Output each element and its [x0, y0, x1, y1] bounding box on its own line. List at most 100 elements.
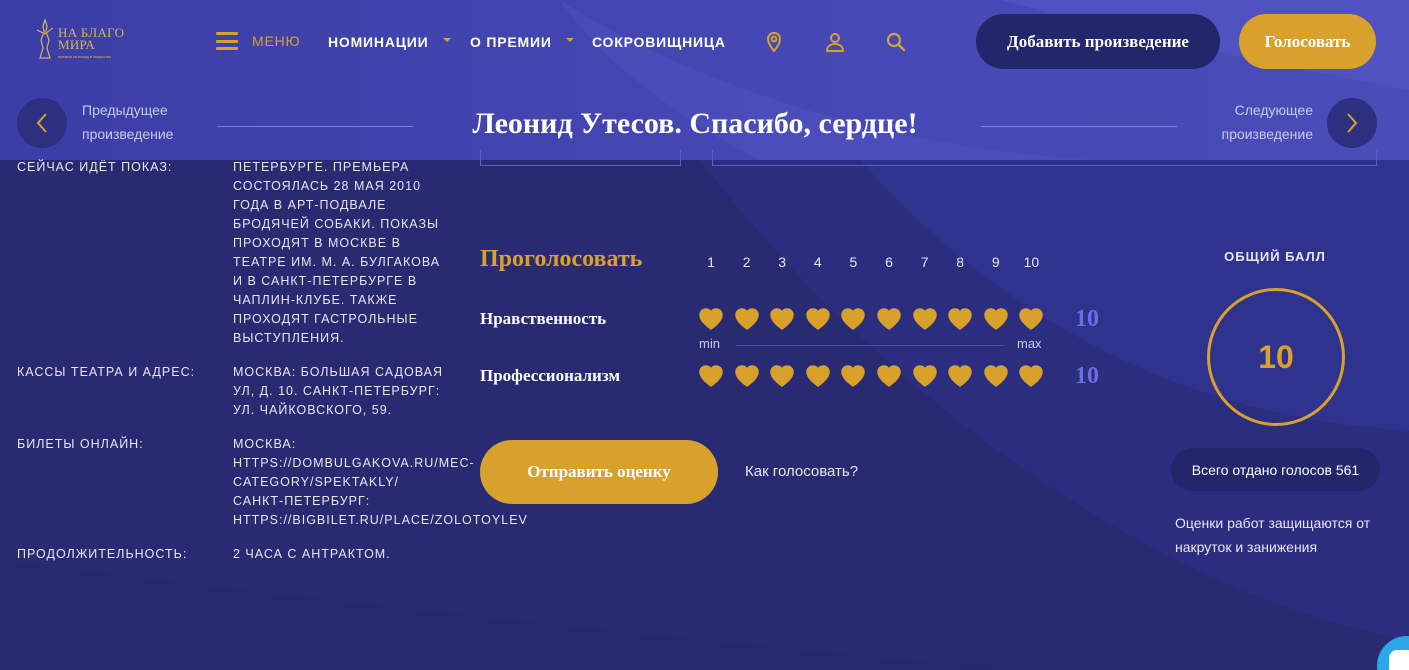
tickets-link-spb[interactable]: HTTPS://BIGBILET.RU/PLACE/ZOLOTOYLEV	[233, 511, 533, 530]
scale-number: 9	[991, 254, 1000, 270]
search-icon[interactable]	[885, 31, 907, 53]
heart-icon[interactable]	[983, 307, 1009, 331]
vote-heading: Проголосовать	[480, 246, 643, 272]
criterion-professionalism-label: Профессионализм	[480, 366, 621, 385]
menu-button[interactable]: МЕНЮ	[216, 32, 300, 50]
criterion-morality-value: 10	[1075, 306, 1099, 332]
info-line: ПРОХОДЯТ В МОСКВЕ В	[233, 236, 401, 250]
prev-line-2: произведение	[82, 126, 174, 142]
hamburger-icon	[216, 32, 238, 50]
info-line: ВЫСТУПЛЕНИЯ.	[233, 331, 345, 345]
total-score-label: ОБЩИЙ БАЛЛ	[1224, 249, 1326, 264]
heart-icon[interactable]	[840, 307, 866, 331]
info-line: МОСКВА: БОЛЬШАЯ САДОВАЯ	[233, 365, 443, 379]
heart-icon[interactable]	[734, 307, 760, 331]
how-to-vote-link[interactable]: Как голосовать?	[745, 463, 858, 480]
previous-work-button[interactable]	[17, 98, 67, 148]
info-line: ПРОХОДЯТ ГАСТРОЛЬНЫЕ	[233, 312, 418, 326]
scale-number: 1	[707, 254, 715, 270]
location-pin-icon[interactable]	[763, 31, 785, 53]
info-line: УЛ. ЧАЙКОВСКОГО, 59.	[233, 403, 393, 417]
info-label-duration: ПРОДОЛЖИТЕЛЬНОСТЬ:	[17, 547, 188, 561]
heart-icon[interactable]	[912, 307, 938, 331]
nav-label: СОКРОВИЩНИЦА	[592, 34, 726, 50]
title-divider-right	[981, 126, 1177, 127]
heart-icon[interactable]	[876, 307, 902, 331]
info-line: ПЕТЕРБУРГЕ. ПРЕМЬЕРА	[233, 160, 410, 174]
logo-text: НА БЛАГО МИРА	[58, 26, 124, 52]
nav-treasury[interactable]: СОКРОВИЩНИЦА	[592, 34, 726, 50]
heart-icon[interactable]	[983, 364, 1009, 388]
scale-number: 8	[956, 254, 965, 270]
info-value-duration: 2 ЧАСА С АНТРАКТОМ.	[233, 545, 483, 564]
site-logo[interactable]: НА БЛАГО МИРА премия за вклад в искусств…	[34, 18, 134, 62]
nav-about-prize[interactable]: О ПРЕМИИ	[470, 34, 574, 50]
heart-icon[interactable]	[1018, 307, 1044, 331]
min-label: min	[699, 336, 720, 351]
info-value-showing-now: ПЕТЕРБУРГЕ. ПРЕМЬЕРА СОСТОЯЛАСЬ 28 МАЯ 2…	[233, 158, 483, 348]
logo-line-2: МИРА	[58, 37, 96, 52]
protection-note: Оценки работ защищаются от накруток и за…	[1175, 515, 1371, 555]
heart-icon[interactable]	[805, 364, 831, 388]
info-line: ТЕАТРЕ ИМ. М. А. БУЛГАКОВА	[233, 255, 441, 269]
next-line-2: произведение	[1221, 126, 1313, 142]
submit-rating-button[interactable]: Отправить оценку	[480, 440, 718, 504]
partial-field-left	[480, 150, 681, 166]
chevron-right-icon	[1347, 113, 1358, 133]
info-label-box-office: КАССЫ ТЕАТРА И АДРЕС:	[17, 365, 196, 379]
next-work-button[interactable]	[1327, 98, 1377, 148]
criterion-professionalism-value: 10	[1075, 363, 1099, 389]
nav-nominations[interactable]: НОМИНАЦИИ	[328, 34, 451, 50]
menu-label: МЕНЮ	[252, 33, 301, 49]
info-line: СОСТОЯЛАСЬ 28 МАЯ 2010	[233, 179, 422, 193]
statue-logo-icon	[36, 18, 54, 59]
scale-number: 4	[813, 254, 822, 270]
info-label-tickets-online: БИЛЕТЫ ОНЛАЙН:	[17, 437, 144, 451]
info-line: И В САНКТ-ПЕТЕРБУРГЕ В	[233, 274, 418, 288]
info-label-showing-now: СЕЙЧАС ИДЁТ ПОКАЗ:	[17, 160, 173, 174]
partial-field-right	[712, 150, 1377, 166]
heart-icon[interactable]	[805, 307, 831, 331]
info-line: 2 ЧАСА С АНТРАКТОМ.	[233, 547, 391, 561]
prev-line-1: Предыдущее	[82, 102, 168, 118]
next-work-link[interactable]: Следующее произведение	[1209, 98, 1313, 146]
heart-icon[interactable]	[912, 364, 938, 388]
heart-icon[interactable]	[769, 307, 795, 331]
chat-widget-icon[interactable]	[1377, 636, 1409, 670]
heart-icon[interactable]	[947, 364, 973, 388]
next-line-1: Следующее	[1234, 102, 1313, 118]
info-value-box-office: МОСКВА: БОЛЬШАЯ САДОВАЯ УЛ, Д. 10. САНКТ…	[233, 363, 483, 420]
scale-number: 6	[885, 254, 893, 270]
add-work-button[interactable]: Добавить произведение	[976, 14, 1220, 69]
info-line: УЛ, Д. 10. САНКТ-ПЕТЕРБУРГ:	[233, 384, 441, 398]
heart-icon[interactable]	[1018, 364, 1044, 388]
logo-subtitle: премия за вклад в искусство	[58, 54, 112, 59]
nav-label: О ПРЕМИИ	[470, 34, 552, 50]
info-line: ЧАПЛИН-КЛУБЕ. ТАКЖЕ	[233, 293, 398, 307]
previous-work-link[interactable]: Предыдущее произведение	[82, 98, 173, 146]
heart-icon[interactable]	[769, 364, 795, 388]
scale-number: 7	[920, 254, 929, 270]
heart-icon[interactable]	[698, 307, 724, 331]
vote-button[interactable]: Голосовать	[1239, 14, 1376, 69]
info-line: БРОДЯЧЕЙ СОБАКИ. ПОКАЗЫ	[233, 217, 440, 231]
heart-icon[interactable]	[698, 364, 724, 388]
total-score-value: 10	[1258, 338, 1294, 375]
info-line: САНКТ-ПЕТЕРБУРГ:	[233, 494, 371, 508]
heart-icon[interactable]	[840, 364, 866, 388]
heart-icon[interactable]	[947, 307, 973, 331]
chevron-down-icon	[565, 38, 574, 42]
nav-label: НОМИНАЦИИ	[328, 34, 429, 50]
heart-icon[interactable]	[734, 364, 760, 388]
heart-icon[interactable]	[876, 364, 902, 388]
title-divider-left	[217, 126, 413, 127]
criterion-morality-label: Нравственность	[480, 309, 607, 328]
chevron-down-icon	[442, 38, 451, 42]
scale-number: 10	[1023, 254, 1040, 270]
user-icon[interactable]	[824, 31, 846, 53]
chevron-left-icon	[36, 113, 47, 133]
max-label: max	[1017, 336, 1042, 351]
min-max-line	[736, 345, 1004, 346]
total-votes-badge: Всего отдано голосов 561	[1171, 448, 1380, 491]
scale-number: 5	[849, 254, 858, 270]
